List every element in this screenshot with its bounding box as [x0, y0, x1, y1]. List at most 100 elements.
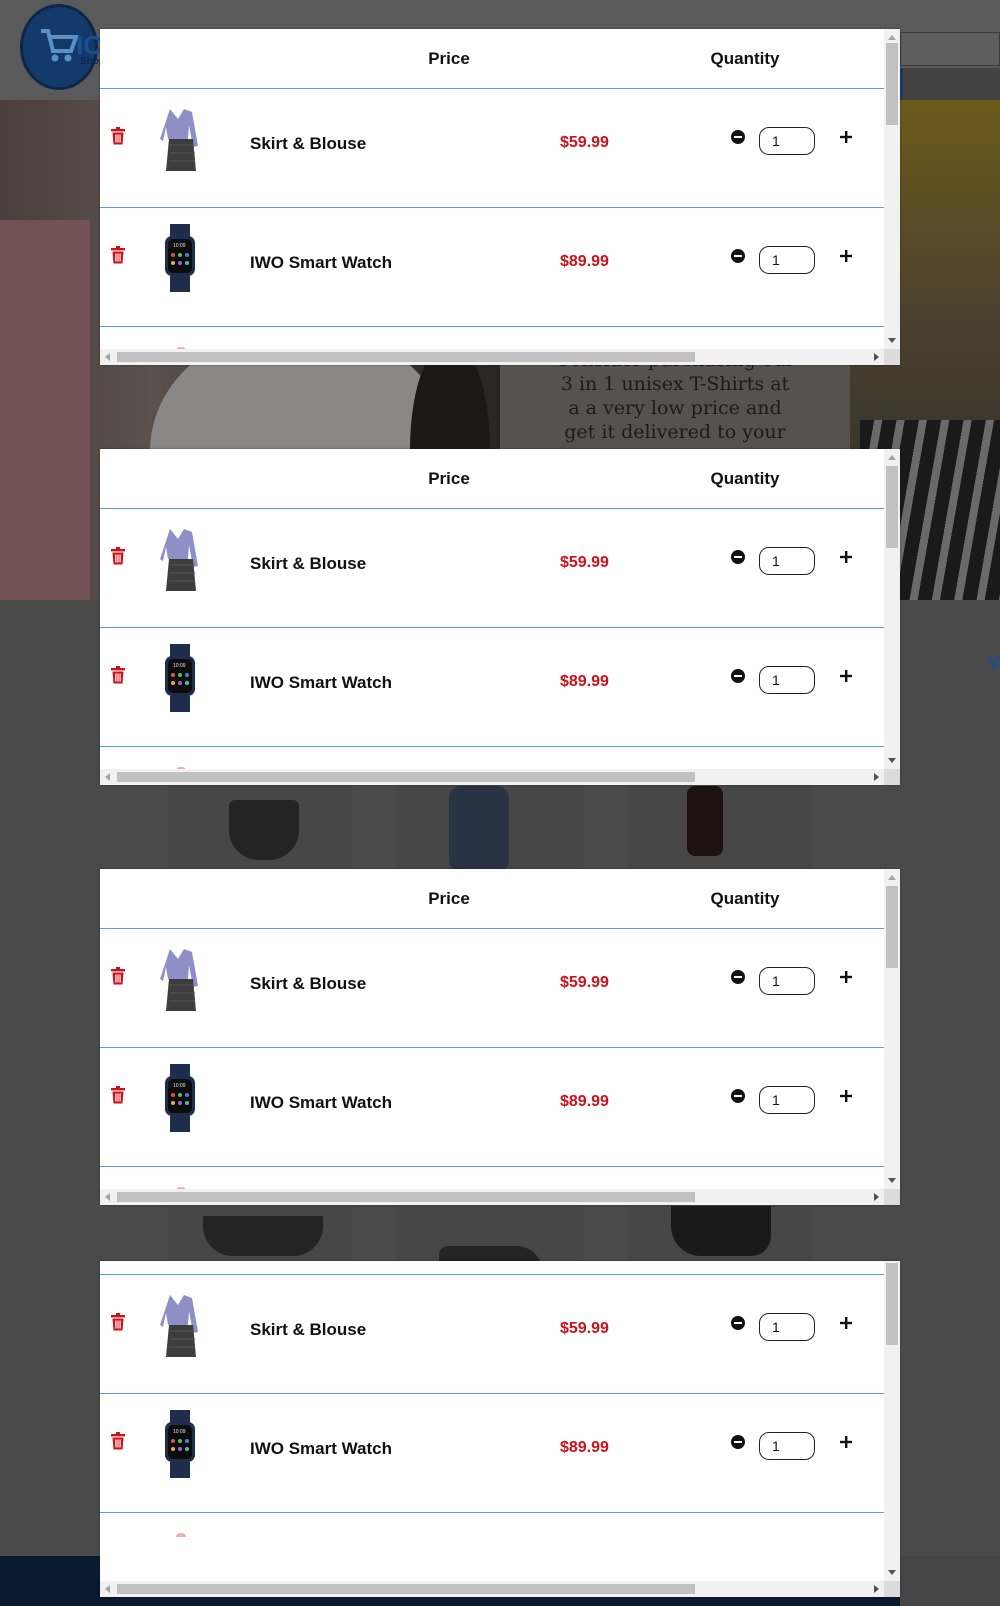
- minus-circle-icon[interactable]: [730, 1088, 746, 1104]
- horizontal-scrollbar[interactable]: [100, 769, 884, 785]
- plus-icon[interactable]: [839, 669, 853, 683]
- scroll-right-arrow-icon[interactable]: [874, 1585, 879, 1593]
- scroll-right-arrow-icon[interactable]: [874, 353, 879, 361]
- vertical-scrollbar[interactable]: [884, 29, 900, 349]
- horizontal-scrollbar[interactable]: [100, 1189, 884, 1205]
- cart-item-row-partial: [100, 1513, 884, 1553]
- trash-icon[interactable]: [111, 666, 125, 684]
- scrollbar-thumb[interactable]: [886, 1263, 898, 1345]
- scroll-left-arrow-icon[interactable]: [105, 1193, 110, 1201]
- quantity-input[interactable]: [759, 967, 815, 995]
- plus-icon[interactable]: [839, 1089, 853, 1103]
- trash-icon[interactable]: [111, 1086, 125, 1104]
- trash-icon[interactable]: [111, 1313, 125, 1331]
- product-card[interactable]: [167, 786, 353, 876]
- plus-icon[interactable]: [839, 1316, 853, 1330]
- vertical-scrollbar[interactable]: [884, 869, 900, 1189]
- minus-circle-icon[interactable]: [730, 248, 746, 264]
- minus-circle-icon[interactable]: [730, 549, 746, 565]
- quantity-input[interactable]: [759, 246, 815, 274]
- product-card[interactable]: [627, 786, 813, 876]
- cart-header-row: Price Quantity: [100, 869, 884, 929]
- cart-table[interactable]: Price Quantity: [100, 1261, 884, 1581]
- cart-popup[interactable]: Price Quantity: [100, 869, 900, 1205]
- trash-icon[interactable]: [111, 246, 125, 264]
- hero-promo-line: a a very low price and: [568, 397, 782, 419]
- cart-popup[interactable]: Price Quantity: [100, 449, 900, 785]
- quantity-input[interactable]: [759, 1313, 815, 1341]
- search-input[interactable]: [900, 32, 1000, 66]
- scrollbar-thumb[interactable]: [886, 43, 898, 125]
- scroll-up-arrow-icon[interactable]: [888, 455, 896, 460]
- product-thumbnail-partial: [176, 1533, 186, 1537]
- scrollbar-thumb[interactable]: [886, 886, 898, 968]
- cart-table[interactable]: Price Quantity: [100, 869, 884, 1189]
- cart-table[interactable]: Price Quantity: [100, 449, 884, 769]
- price-column-header: Price: [428, 889, 470, 908]
- product-price: $89.99: [560, 673, 609, 690]
- scrollbar-thumb[interactable]: [117, 1584, 695, 1594]
- minus-circle-icon[interactable]: [730, 129, 746, 145]
- plus-icon[interactable]: [839, 1435, 853, 1449]
- scrollbar-thumb[interactable]: [886, 466, 898, 548]
- quantity-input[interactable]: [759, 1086, 815, 1114]
- scroll-left-arrow-icon[interactable]: [105, 1585, 110, 1593]
- scrollbar-thumb[interactable]: [117, 1192, 695, 1202]
- plus-icon[interactable]: [839, 130, 853, 144]
- horizontal-scrollbar[interactable]: [100, 1581, 884, 1597]
- quantity-input[interactable]: [759, 127, 815, 155]
- view-all-link[interactable]: V: [988, 652, 1000, 675]
- trash-icon[interactable]: [111, 547, 125, 565]
- plus-icon[interactable]: [839, 550, 853, 564]
- scroll-left-arrow-icon[interactable]: [105, 773, 110, 781]
- quantity-input[interactable]: [759, 666, 815, 694]
- cart-item-row: Skirt & Blouse $59.99: [100, 89, 884, 208]
- product-card[interactable]: [397, 786, 583, 876]
- cart-item-row: Skirt & Blouse $59.99: [100, 509, 884, 628]
- horizontal-scrollbar[interactable]: [100, 349, 884, 365]
- product-thumbnail: [671, 1206, 771, 1256]
- scroll-up-arrow-icon[interactable]: [888, 875, 896, 880]
- quantity-column-header: Quantity: [710, 469, 780, 488]
- cart-item-row: Skirt & Blouse $59.99: [100, 1275, 884, 1394]
- product-name: IWO Smart Watch: [250, 253, 392, 272]
- minus-circle-icon[interactable]: [730, 969, 746, 985]
- skirt-blouse-image: [160, 1295, 198, 1357]
- scroll-down-arrow-icon[interactable]: [888, 1178, 896, 1183]
- hero-dress-shape: [0, 220, 90, 600]
- quantity-input[interactable]: [759, 1432, 815, 1460]
- plus-icon[interactable]: [839, 970, 853, 984]
- minus-circle-icon[interactable]: [730, 1315, 746, 1331]
- cart-popup[interactable]: Price Quantity: [100, 29, 900, 365]
- cart-table[interactable]: Price Quantity: [100, 29, 884, 349]
- trash-icon[interactable]: [111, 1432, 125, 1450]
- minus-circle-icon[interactable]: [730, 1434, 746, 1450]
- scrollbar-thumb[interactable]: [117, 352, 695, 362]
- product-price: $89.99: [560, 1439, 609, 1456]
- quantity-input[interactable]: [759, 547, 815, 575]
- hero-promo-line: 3 in 1 unisex T-Shirts at: [560, 373, 790, 395]
- svg-text:10:09: 10:09: [173, 1429, 186, 1435]
- scrollbar-corner: [884, 1581, 900, 1597]
- cart-item-row: 10:09 IWO Smart Watch $89.99: [100, 1394, 884, 1513]
- scroll-up-arrow-icon[interactable]: [888, 35, 896, 40]
- trash-icon[interactable]: [111, 127, 125, 145]
- scroll-right-arrow-icon[interactable]: [874, 773, 879, 781]
- scroll-down-arrow-icon[interactable]: [888, 758, 896, 763]
- quantity-column-header: Quantity: [710, 889, 780, 908]
- scrollbar-corner: [884, 769, 900, 785]
- scroll-left-arrow-icon[interactable]: [105, 353, 110, 361]
- scroll-down-arrow-icon[interactable]: [888, 338, 896, 343]
- product-price: $59.99: [560, 1320, 609, 1337]
- cart-item-row: 10:09 IWO Smart Watch $89.99: [100, 1048, 884, 1167]
- vertical-scrollbar[interactable]: [884, 1261, 900, 1581]
- scrollbar-thumb[interactable]: [117, 772, 695, 782]
- vertical-scrollbar[interactable]: [884, 449, 900, 769]
- plus-icon[interactable]: [839, 249, 853, 263]
- minus-circle-icon[interactable]: [730, 668, 746, 684]
- scroll-down-arrow-icon[interactable]: [888, 1570, 896, 1575]
- cart-popup[interactable]: Price Quantity: [100, 1261, 900, 1597]
- cart-scroll-content: Price Quantity: [100, 29, 884, 349]
- scroll-right-arrow-icon[interactable]: [874, 1193, 879, 1201]
- trash-icon[interactable]: [111, 967, 125, 985]
